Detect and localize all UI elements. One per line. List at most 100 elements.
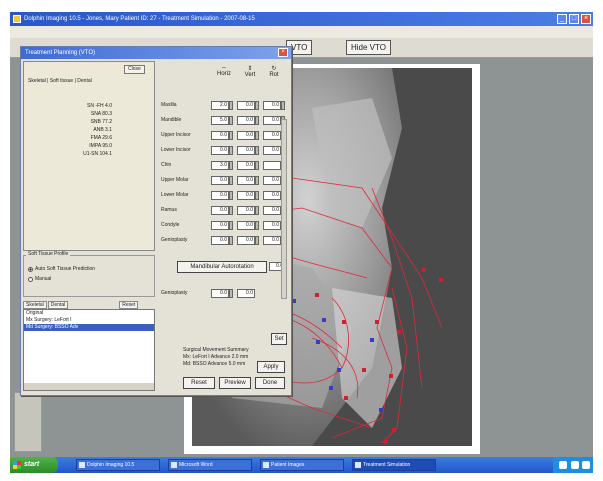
spin-button[interactable] xyxy=(255,191,259,200)
list-item[interactable]: Mx Surgery: LeFort I xyxy=(24,317,154,324)
reset-button[interactable]: Reset xyxy=(183,377,215,389)
maximize-button[interactable]: □ xyxy=(569,14,579,24)
spin-button[interactable] xyxy=(255,236,259,245)
spin-button[interactable] xyxy=(229,221,233,230)
set-button[interactable]: Set xyxy=(271,333,287,345)
app-icon xyxy=(171,462,177,468)
taskbar-item[interactable]: Microsoft Word xyxy=(168,459,252,471)
spin-button[interactable] xyxy=(229,131,233,140)
hide-vto-button[interactable]: Hide VTO xyxy=(346,40,391,55)
parameter-field[interactable]: 0.0 xyxy=(211,176,229,185)
spin-button[interactable] xyxy=(255,146,259,155)
dialog-titlebar[interactable]: Treatment Planning (VTO) xyxy=(21,47,291,59)
parameter-field[interactable]: 0.0 xyxy=(211,221,229,230)
tray-icon[interactable] xyxy=(571,461,579,469)
measurement-value: IMPA 95.0 xyxy=(89,143,112,149)
taskbar-item[interactable]: Treatment Simulation xyxy=(352,459,436,471)
parameter-field[interactable]: 2.0 xyxy=(211,101,229,110)
treatment-planning-dialog: Treatment Planning (VTO) × Close Skeleta… xyxy=(20,46,292,396)
tab-skeletal[interactable]: Skeletal xyxy=(23,301,47,309)
extra-label: Genioplasty xyxy=(161,290,188,296)
spin-button[interactable] xyxy=(229,289,233,298)
main-window: Dolphin Imaging 10.5 - Jones, Mary Patie… xyxy=(10,12,593,457)
tray-icon[interactable] xyxy=(582,461,590,469)
column-label: Horiz xyxy=(216,71,231,77)
group-title: Soft Tissue Profile xyxy=(26,251,71,257)
parameter-field[interactable]: 0.0 xyxy=(237,221,255,230)
spin-button[interactable] xyxy=(255,131,259,140)
reset-list-button[interactable]: Reset xyxy=(119,301,139,309)
parameter-field[interactable]: 0.0 xyxy=(263,191,281,200)
parameter-field[interactable]: 0.0 xyxy=(263,176,281,185)
close-button[interactable]: Close xyxy=(124,65,145,74)
parameter-field[interactable]: 5.0 xyxy=(211,116,229,125)
spin-button[interactable] xyxy=(255,176,259,185)
parameter-field[interactable]: 0.0 xyxy=(211,146,229,155)
parameter-field[interactable]: 0.0 xyxy=(211,236,229,245)
measurement-value: FMA 29.6 xyxy=(90,135,112,141)
parameter-field[interactable]: 3.0 xyxy=(211,161,229,170)
taskbar-item[interactable]: Dolphin Imaging 10.5 xyxy=(76,459,160,471)
parameter-label: Upper Molar xyxy=(161,177,189,183)
app-icon xyxy=(79,462,85,468)
left-thumbnail-strip xyxy=(14,392,42,452)
parameter-field[interactable]: 0.0 xyxy=(237,176,255,185)
spin-button[interactable] xyxy=(255,161,259,170)
taskbar-item[interactable]: Patient Images xyxy=(260,459,344,471)
extra-field-2[interactable]: 0.0 xyxy=(237,289,255,298)
spin-button[interactable] xyxy=(229,206,233,215)
apply-button[interactable]: Apply xyxy=(257,361,285,373)
done-button[interactable]: Done xyxy=(255,377,285,389)
radio-auto[interactable]: Auto Soft Tissue Prediction xyxy=(28,266,95,272)
close-window-button[interactable]: × xyxy=(581,14,591,24)
spin-button[interactable] xyxy=(255,221,259,230)
parameter-field[interactable]: 0.0 xyxy=(237,101,255,110)
parameter-field[interactable]: 0.0 xyxy=(263,206,281,215)
tab-dental[interactable]: Dental xyxy=(47,301,69,309)
parameter-field[interactable]: 0.0 xyxy=(211,131,229,140)
extra-field[interactable]: 0.0 xyxy=(211,289,229,298)
minimize-button[interactable]: _ xyxy=(557,14,567,24)
parameter-field[interactable]: 0.0 xyxy=(211,206,229,215)
horizontal-scrollbar[interactable] xyxy=(24,383,154,390)
spin-button[interactable] xyxy=(229,146,233,155)
spin-button[interactable] xyxy=(229,176,233,185)
spin-button[interactable] xyxy=(229,191,233,200)
parameter-field[interactable]: 0.0 xyxy=(237,161,255,170)
parameter-field[interactable]: 0.0 xyxy=(237,131,255,140)
dialog-close-icon[interactable]: × xyxy=(278,48,288,57)
parameter-field[interactable]: 0.0 xyxy=(211,191,229,200)
parameter-field[interactable]: 0.0 xyxy=(263,221,281,230)
parameter-field[interactable]: 0.0 xyxy=(237,116,255,125)
list-item[interactable]: Original xyxy=(24,310,154,317)
parameter-field[interactable]: 0.0 xyxy=(263,116,281,125)
spin-button[interactable] xyxy=(229,236,233,245)
measurement-tabs[interactable]: Skeletal | Soft tissue | Dental xyxy=(28,78,92,84)
tray-icon[interactable] xyxy=(559,461,567,469)
window-titlebar[interactable]: Dolphin Imaging 10.5 - Jones, Mary Patie… xyxy=(10,12,593,26)
parameter-field[interactable]: 0.0 xyxy=(263,146,281,155)
parameter-field[interactable]: 0.0 xyxy=(237,236,255,245)
spin-button[interactable] xyxy=(255,116,259,125)
spin-button[interactable] xyxy=(255,101,259,110)
spin-button[interactable] xyxy=(255,206,259,215)
list-item[interactable]: Md Surgery: BSSO Adv xyxy=(24,324,154,331)
spin-button[interactable] xyxy=(229,101,233,110)
parameter-field[interactable]: 0.0 xyxy=(263,101,281,110)
preview-button[interactable]: Preview xyxy=(219,377,251,389)
spin-button[interactable] xyxy=(229,116,233,125)
parameter-field[interactable]: 0.0 xyxy=(237,191,255,200)
spin-button[interactable] xyxy=(229,161,233,170)
window-title: Dolphin Imaging 10.5 - Jones, Mary Patie… xyxy=(24,16,255,22)
spin-button[interactable] xyxy=(281,101,285,110)
parameter-field[interactable]: 0.0 xyxy=(263,236,281,245)
task-label: Microsoft Word xyxy=(179,462,213,468)
parameter-field[interactable] xyxy=(263,161,281,170)
radio-manual[interactable]: Manual xyxy=(28,276,51,282)
parameter-field[interactable]: 0.0 xyxy=(263,131,281,140)
start-button[interactable]: start xyxy=(10,457,58,473)
parameter-field[interactable]: 0.0 xyxy=(237,146,255,155)
parameter-field[interactable]: 0.0 xyxy=(237,206,255,215)
vertical-scrollbar[interactable] xyxy=(281,119,287,299)
parameter-row: Maxilla 2.0 0.0 0.0 xyxy=(159,101,289,111)
